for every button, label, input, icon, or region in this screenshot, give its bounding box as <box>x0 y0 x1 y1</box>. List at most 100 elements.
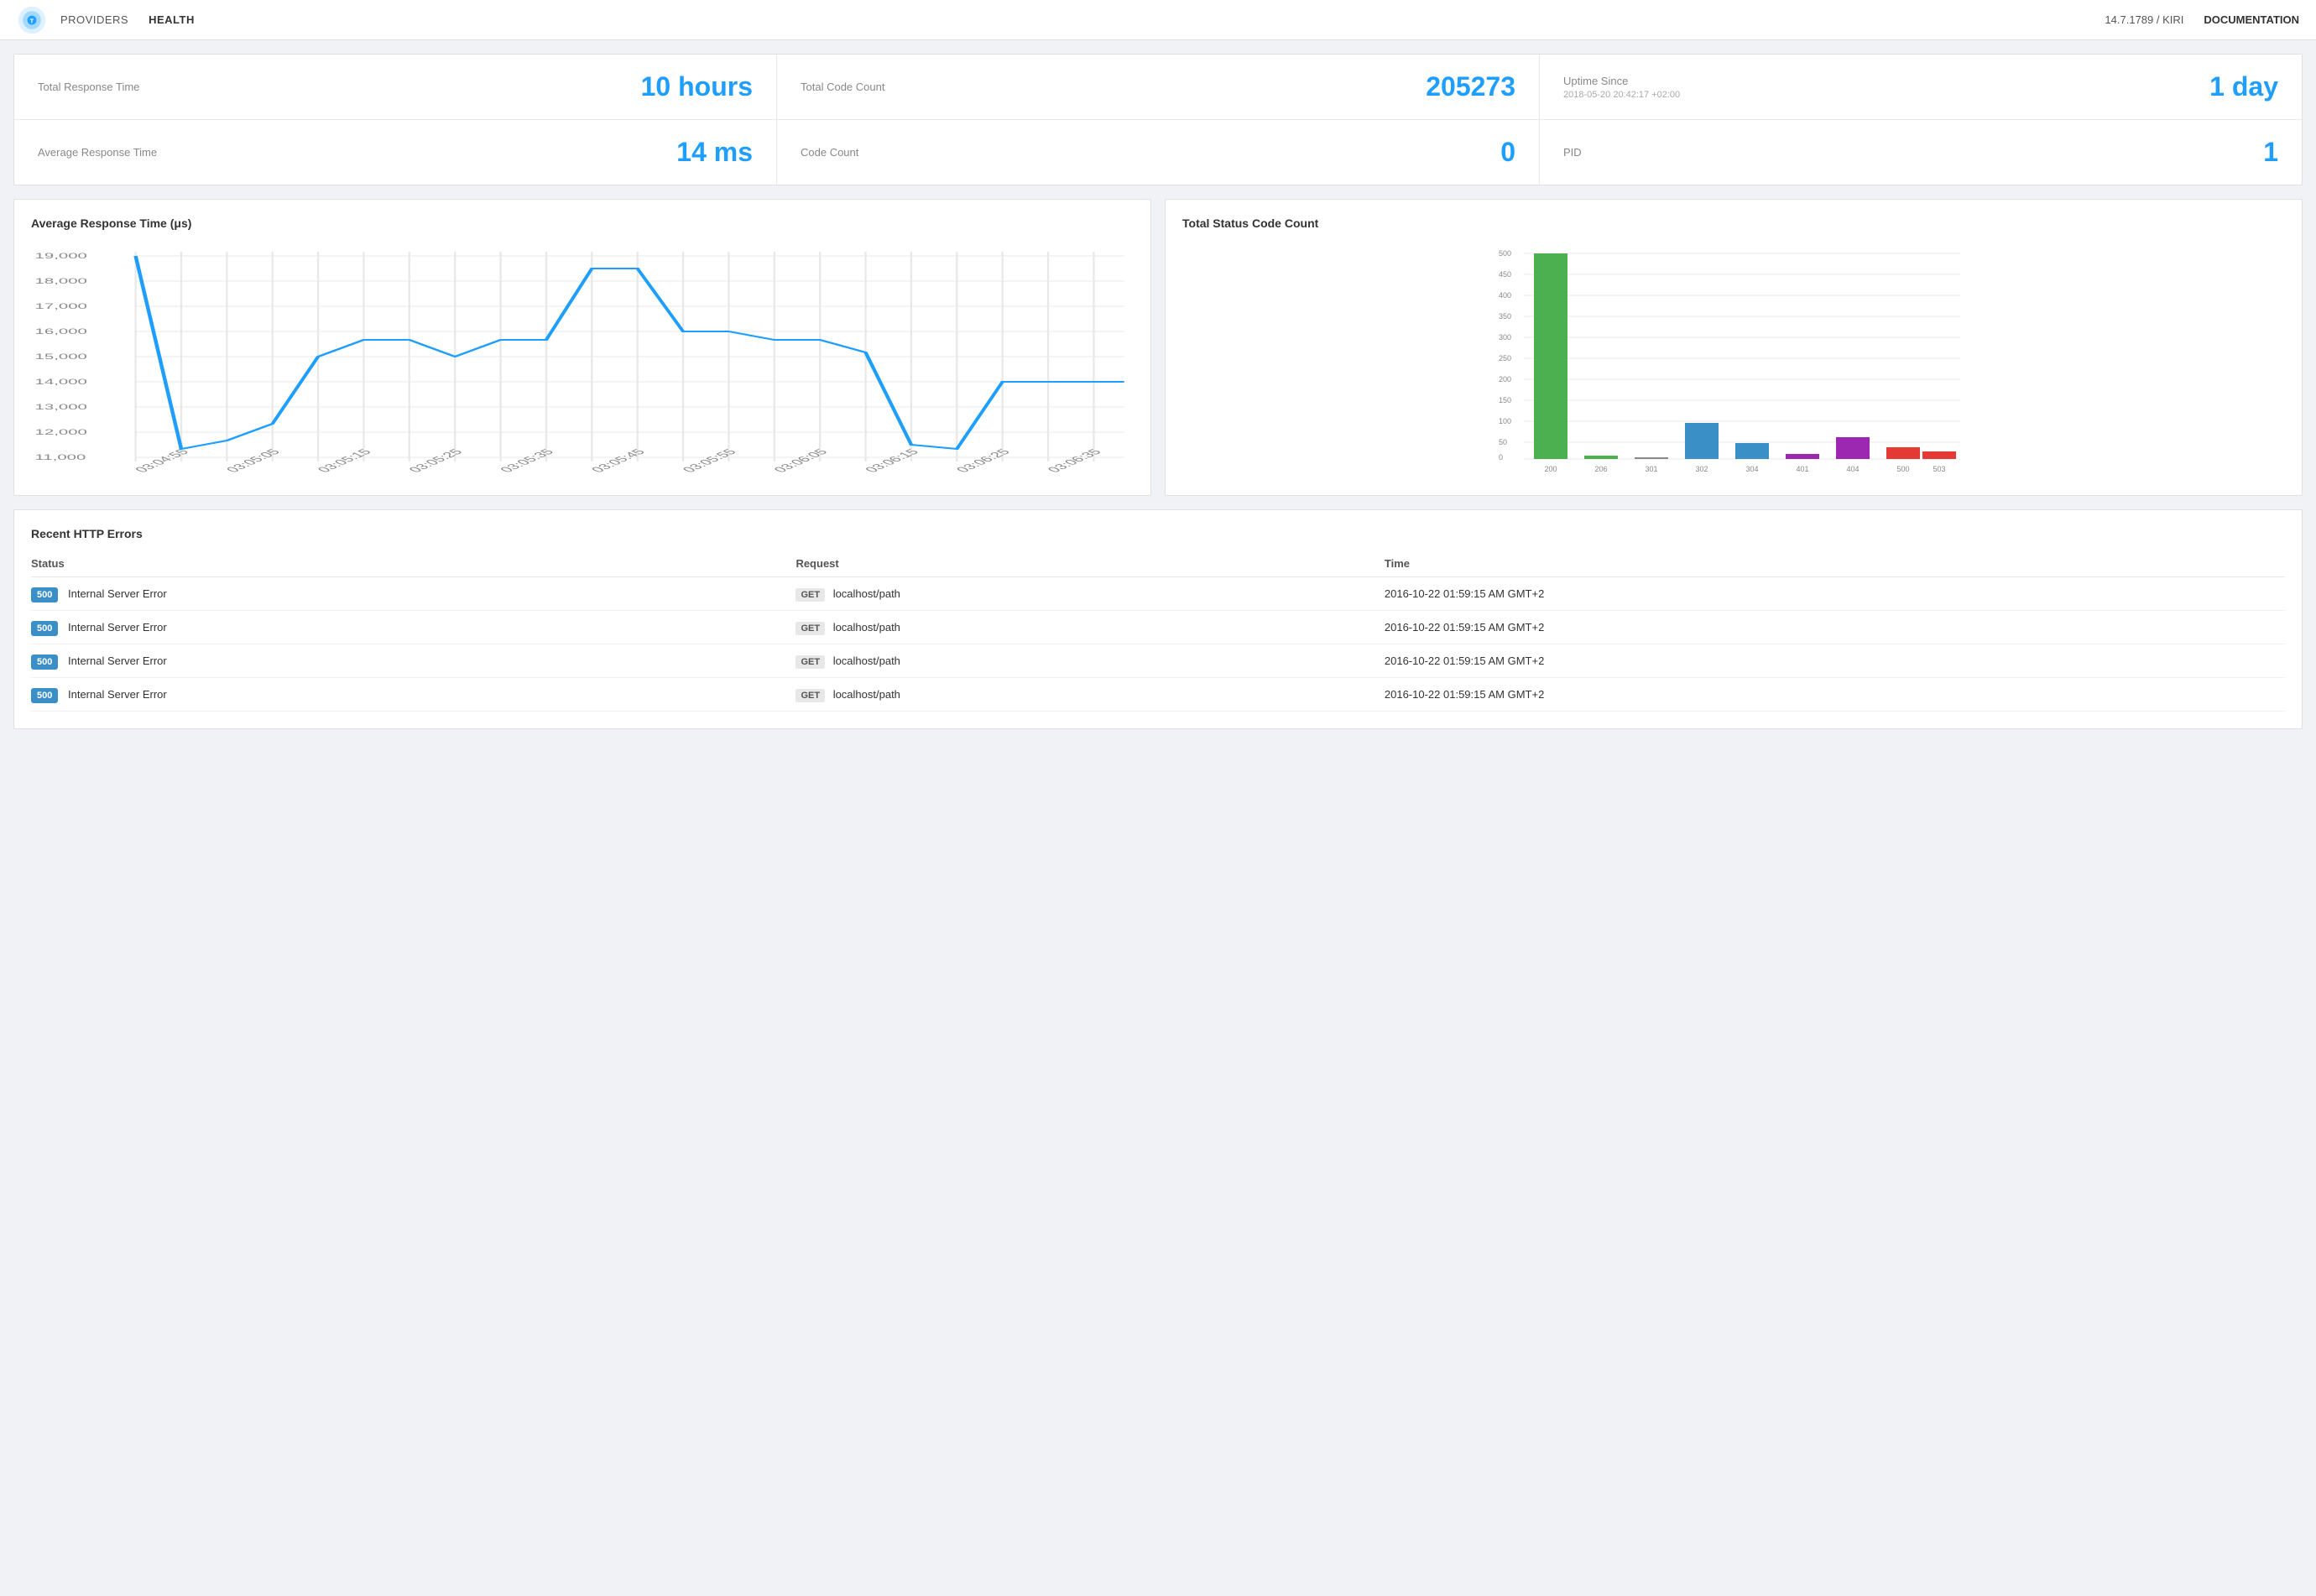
bar-301 <box>1635 457 1668 459</box>
method-badge: GET <box>795 655 825 669</box>
nav-links: PROVIDERS HEALTH <box>60 10 2105 29</box>
request-path: localhost/path <box>833 587 900 600</box>
svg-text:404: 404 <box>1846 465 1859 473</box>
svg-text:03:06:05: 03:06:05 <box>771 447 832 474</box>
metric-label-code-count: Code Count <box>801 146 858 159</box>
svg-text:03:05:25: 03:05:25 <box>406 447 467 474</box>
table-row: 500 Internal Server Error GET localhost/… <box>31 678 2285 712</box>
error-status-cell: 500 Internal Server Error <box>31 644 795 678</box>
svg-text:302: 302 <box>1695 465 1708 473</box>
y-label-3: 16,000 <box>35 328 88 336</box>
table-row: 500 Internal Server Error GET localhost/… <box>31 644 2285 678</box>
svg-text:0: 0 <box>1499 453 1503 462</box>
y-label-2: 17,000 <box>35 303 88 311</box>
svg-text:301: 301 <box>1645 465 1657 473</box>
bar-503 <box>1922 451 1956 459</box>
error-status-cell: 500 Internal Server Error <box>31 611 795 644</box>
table-row: 500 Internal Server Error GET localhost/… <box>31 611 2285 644</box>
y-label-5: 14,000 <box>35 378 88 387</box>
metrics-section: Total Response Time 10 hours Total Code … <box>13 54 2303 185</box>
metric-total-code-count: Total Code Count 205273 <box>777 55 1540 119</box>
error-request-cell: GET localhost/path <box>795 678 1384 712</box>
bar-304 <box>1735 443 1769 459</box>
metric-pid: PID 1 <box>1540 120 2302 185</box>
bar-302 <box>1685 423 1719 459</box>
metric-total-response-time: Total Response Time 10 hours <box>14 55 777 119</box>
metric-value-total-response: 10 hours <box>641 71 753 102</box>
errors-table-header: Status Request Time <box>31 550 2285 577</box>
y-label-8: 11,000 <box>35 454 86 462</box>
col-status: Status <box>31 550 795 577</box>
bar-500 <box>1886 447 1920 459</box>
svg-text:03:05:45: 03:05:45 <box>588 447 649 474</box>
svg-text:500: 500 <box>1499 249 1511 258</box>
metric-code-count: Code Count 0 <box>777 120 1540 185</box>
bar-200 <box>1534 253 1567 459</box>
error-request-cell: GET localhost/path <box>795 577 1384 611</box>
errors-section: Recent HTTP Errors Status Request Time 5… <box>13 509 2303 729</box>
col-time: Time <box>1385 550 2285 577</box>
svg-text:150: 150 <box>1499 396 1511 404</box>
line-chart-title: Average Response Time (μs) <box>31 216 1134 230</box>
traefik-logo: T <box>17 5 47 35</box>
metric-label-total-code: Total Code Count <box>801 81 884 93</box>
navbar: T PROVIDERS HEALTH 14.7.1789 / KIRI DOCU… <box>0 0 2316 40</box>
metric-value-total-code: 205273 <box>1426 71 1515 102</box>
status-badge: 500 <box>31 587 58 602</box>
y-label-0: 19,000 <box>35 253 88 261</box>
navbar-right: 14.7.1789 / KIRI DOCUMENTATION <box>2105 13 2299 26</box>
svg-text:03:05:05: 03:05:05 <box>223 447 284 474</box>
svg-text:250: 250 <box>1499 354 1511 362</box>
svg-text:401: 401 <box>1796 465 1808 473</box>
bar-401 <box>1786 454 1819 459</box>
request-path: localhost/path <box>833 688 900 701</box>
metric-value-code-count: 0 <box>1500 137 1515 168</box>
svg-text:50: 50 <box>1499 438 1507 446</box>
status-badge: 500 <box>31 621 58 636</box>
metrics-row-2: Average Response Time 14 ms Code Count 0… <box>14 120 2302 185</box>
svg-text:400: 400 <box>1499 291 1511 300</box>
table-row: 500 Internal Server Error GET localhost/… <box>31 577 2285 611</box>
bar-404 <box>1836 437 1870 459</box>
error-request-cell: GET localhost/path <box>795 611 1384 644</box>
error-status-cell: 500 Internal Server Error <box>31 678 795 712</box>
svg-text:03:06:35: 03:06:35 <box>1045 447 1105 474</box>
bar-chart-svg: 500 450 400 350 300 250 200 150 100 50 0 <box>1182 243 2285 478</box>
method-badge: GET <box>795 622 825 635</box>
bar-chart-container: 500 450 400 350 300 250 200 150 100 50 0 <box>1182 243 2285 478</box>
svg-text:450: 450 <box>1499 270 1511 279</box>
metric-value-pid: 1 <box>2263 137 2278 168</box>
request-path: localhost/path <box>833 621 900 634</box>
y-label-6: 13,000 <box>35 404 88 412</box>
metric-label-uptime: Uptime Since 2018-05-20 20:42:17 +02:00 <box>1563 75 1680 100</box>
bar-chart-card: Total Status Code Count 500 450 400 350 … <box>1165 199 2303 496</box>
error-time-cell: 2016-10-22 01:59:15 AM GMT+2 <box>1385 644 2285 678</box>
nav-providers[interactable]: PROVIDERS <box>60 10 128 29</box>
svg-text:03:05:15: 03:05:15 <box>315 447 375 474</box>
svg-text:200: 200 <box>1544 465 1557 473</box>
method-badge: GET <box>795 588 825 602</box>
metric-label-pid: PID <box>1563 146 1582 159</box>
status-badge: 500 <box>31 655 58 670</box>
svg-text:200: 200 <box>1499 375 1511 383</box>
errors-table-body: 500 Internal Server Error GET localhost/… <box>31 577 2285 712</box>
metric-value-avg-response: 14 ms <box>676 137 753 168</box>
svg-text:350: 350 <box>1499 312 1511 321</box>
svg-text:03:05:35: 03:05:35 <box>498 447 558 474</box>
nav-health[interactable]: HEALTH <box>149 10 195 29</box>
svg-text:300: 300 <box>1499 333 1511 342</box>
svg-text:503: 503 <box>1933 465 1945 473</box>
status-badge: 500 <box>31 688 58 703</box>
error-time-cell: 2016-10-22 01:59:15 AM GMT+2 <box>1385 577 2285 611</box>
bar-chart-title: Total Status Code Count <box>1182 216 2285 230</box>
bar-206 <box>1584 456 1618 459</box>
svg-text:03:04:55: 03:04:55 <box>133 447 193 474</box>
line-chart-card: Average Response Time (μs) 19,000 18,000… <box>13 199 1151 496</box>
metric-label-avg-response: Average Response Time <box>38 146 157 159</box>
svg-text:T: T <box>30 17 34 24</box>
error-status-cell: 500 Internal Server Error <box>31 577 795 611</box>
metric-label-total-response: Total Response Time <box>38 81 139 93</box>
docs-link[interactable]: DOCUMENTATION <box>2204 13 2299 26</box>
version-label: 14.7.1789 / KIRI <box>2105 13 2183 26</box>
y-label-7: 12,000 <box>35 429 88 437</box>
